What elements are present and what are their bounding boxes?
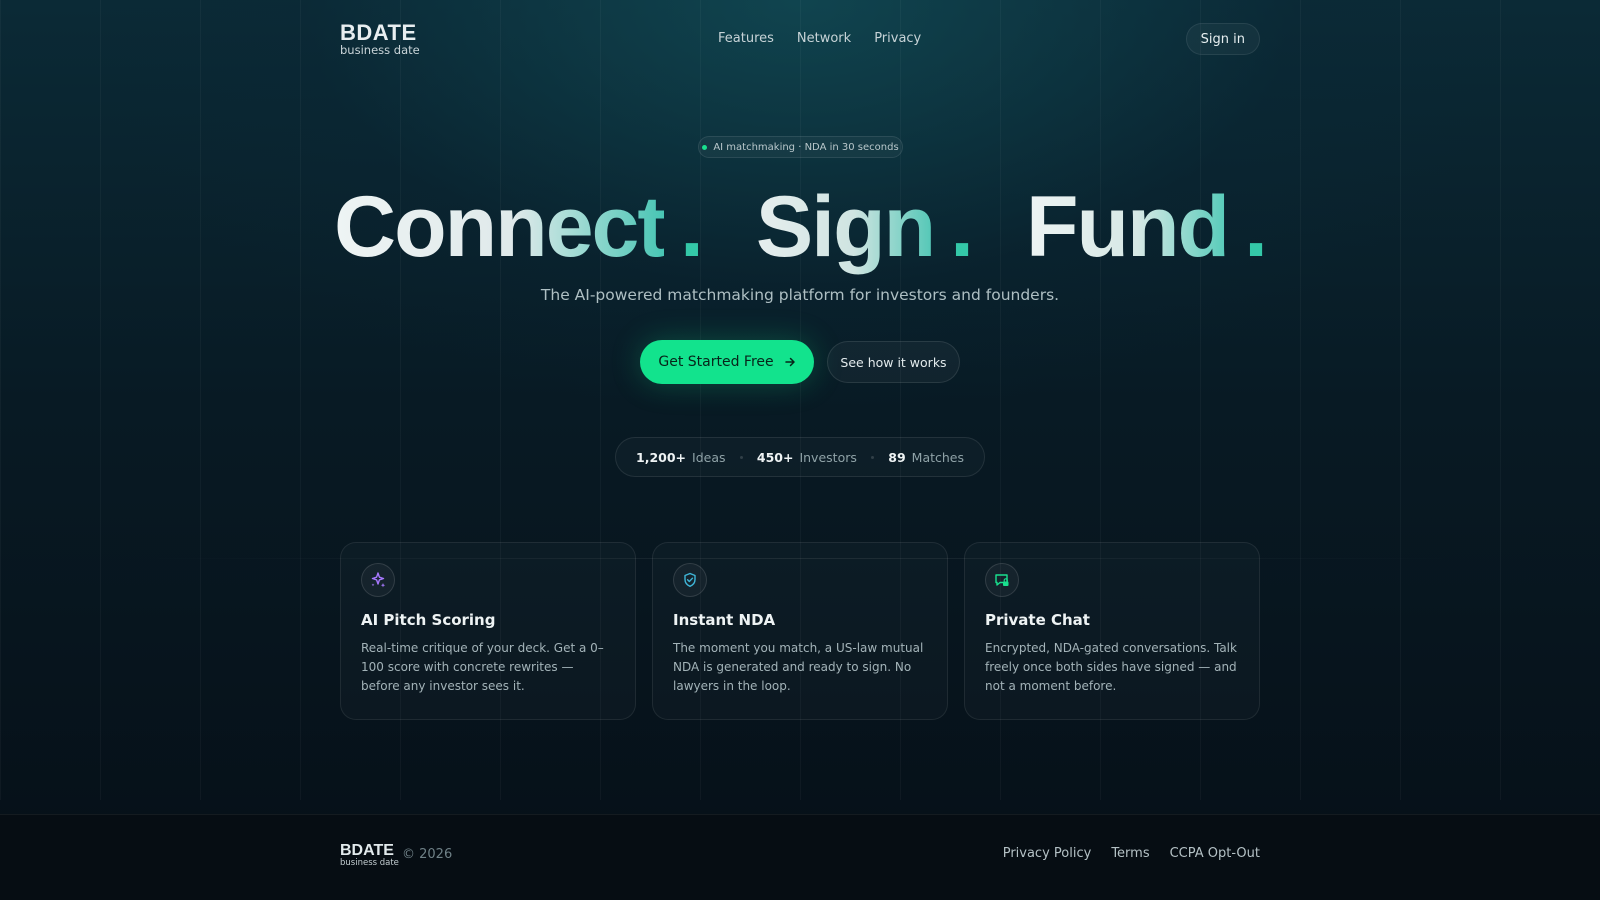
feature-description: The moment you match, a US-law mutual ND… [673, 641, 924, 693]
stat-label: Matches [911, 449, 964, 465]
feature-description: Encrypted, NDA-gated conversations. Talk… [985, 641, 1237, 693]
feature-title: Private Chat [985, 611, 1090, 629]
headline-word-1: Connect [334, 179, 666, 275]
site-footer: BDATE business date © 2026 Privacy Polic… [0, 814, 1600, 900]
chat-lock-icon [985, 563, 1019, 597]
stats-bar: 1,200+ Ideas 450+ Investors 89 Matches [615, 437, 985, 477]
headline-word-3: Fund [1025, 179, 1230, 275]
stat-matches: 89 Matches [888, 450, 964, 465]
headline-word-2: Sign [755, 179, 936, 275]
nav-link-features[interactable]: Features [718, 31, 774, 46]
stat-value: 450+ [756, 449, 794, 465]
feature-card-ai-pitch-scoring: AI Pitch Scoring Real-time critique of y… [340, 542, 636, 720]
feature-card-instant-nda: Instant NDA The moment you match, a US-l… [652, 542, 948, 720]
footer-brand-name: BDATE [340, 842, 394, 859]
footer-copyright: © 2026 [402, 847, 453, 862]
feature-card-private-chat: Private Chat Encrypted, NDA-gated conver… [964, 542, 1260, 720]
get-started-button[interactable]: Get Started Free [640, 340, 814, 384]
stat-separator [871, 455, 875, 459]
headline-word-fund: Fund. [1018, 179, 1274, 275]
stat-separator [739, 455, 743, 459]
footer-link-ccpa-opt-out[interactable]: CCPA Opt-Out [1170, 846, 1260, 861]
stat-label: Investors [799, 449, 857, 465]
stat-ideas: 1,200+ Ideas [636, 450, 726, 465]
headline-period-1: . [680, 179, 704, 275]
site-header: BDATE business date Features Network Pri… [340, 22, 1260, 56]
feature-title: AI Pitch Scoring [361, 611, 496, 629]
status-dot-icon [702, 144, 708, 150]
headline-word-sign: Sign. [748, 179, 980, 275]
sparkles-icon [361, 563, 395, 597]
main-nav: Features Network Privacy [718, 31, 921, 46]
footer-brand-tagline: business date [340, 858, 399, 868]
hero-badge: AI matchmaking · NDA in 30 seconds [698, 136, 903, 158]
shield-check-icon [673, 563, 707, 597]
headline-word-connect: Connect. [326, 179, 710, 275]
hero-badge-text: AI matchmaking · NDA in 30 seconds [713, 141, 899, 153]
stat-value: 1,200+ [636, 449, 687, 465]
hero-subtitle: The AI-powered matchmaking platform for … [540, 286, 1060, 304]
headline-period-2: . [950, 179, 974, 275]
feature-title: Instant NDA [673, 611, 776, 629]
feature-cards: AI Pitch Scoring Real-time critique of y… [340, 542, 1260, 720]
stat-investors: 450+ Investors [757, 450, 857, 465]
feature-description: Real-time critique of your deck. Get a 0… [361, 641, 604, 693]
stat-value: 89 [888, 449, 906, 465]
see-how-it-works-button[interactable]: See how it works [827, 341, 960, 383]
headline-period-3: . [1244, 179, 1268, 275]
footer-link-terms[interactable]: Terms [1111, 846, 1149, 861]
footer-logo[interactable]: BDATE business date [340, 843, 399, 868]
hero-headline: Connect. Sign. Fund. [0, 178, 1600, 277]
brand-logo[interactable]: BDATE business date [340, 22, 420, 57]
nav-link-privacy[interactable]: Privacy [874, 31, 921, 46]
brand-name: BDATE [340, 20, 417, 45]
footer-links: Privacy Policy Terms CCPA Opt-Out [1003, 846, 1260, 861]
footer-link-privacy-policy[interactable]: Privacy Policy [1003, 846, 1092, 861]
get-started-label: Get Started Free [658, 354, 774, 370]
sign-in-button[interactable]: Sign in [1185, 23, 1260, 55]
nav-link-network[interactable]: Network [797, 31, 851, 46]
brand-tagline: business date [340, 43, 420, 57]
arrow-right-icon [784, 357, 795, 367]
stat-label: Ideas [692, 449, 726, 465]
